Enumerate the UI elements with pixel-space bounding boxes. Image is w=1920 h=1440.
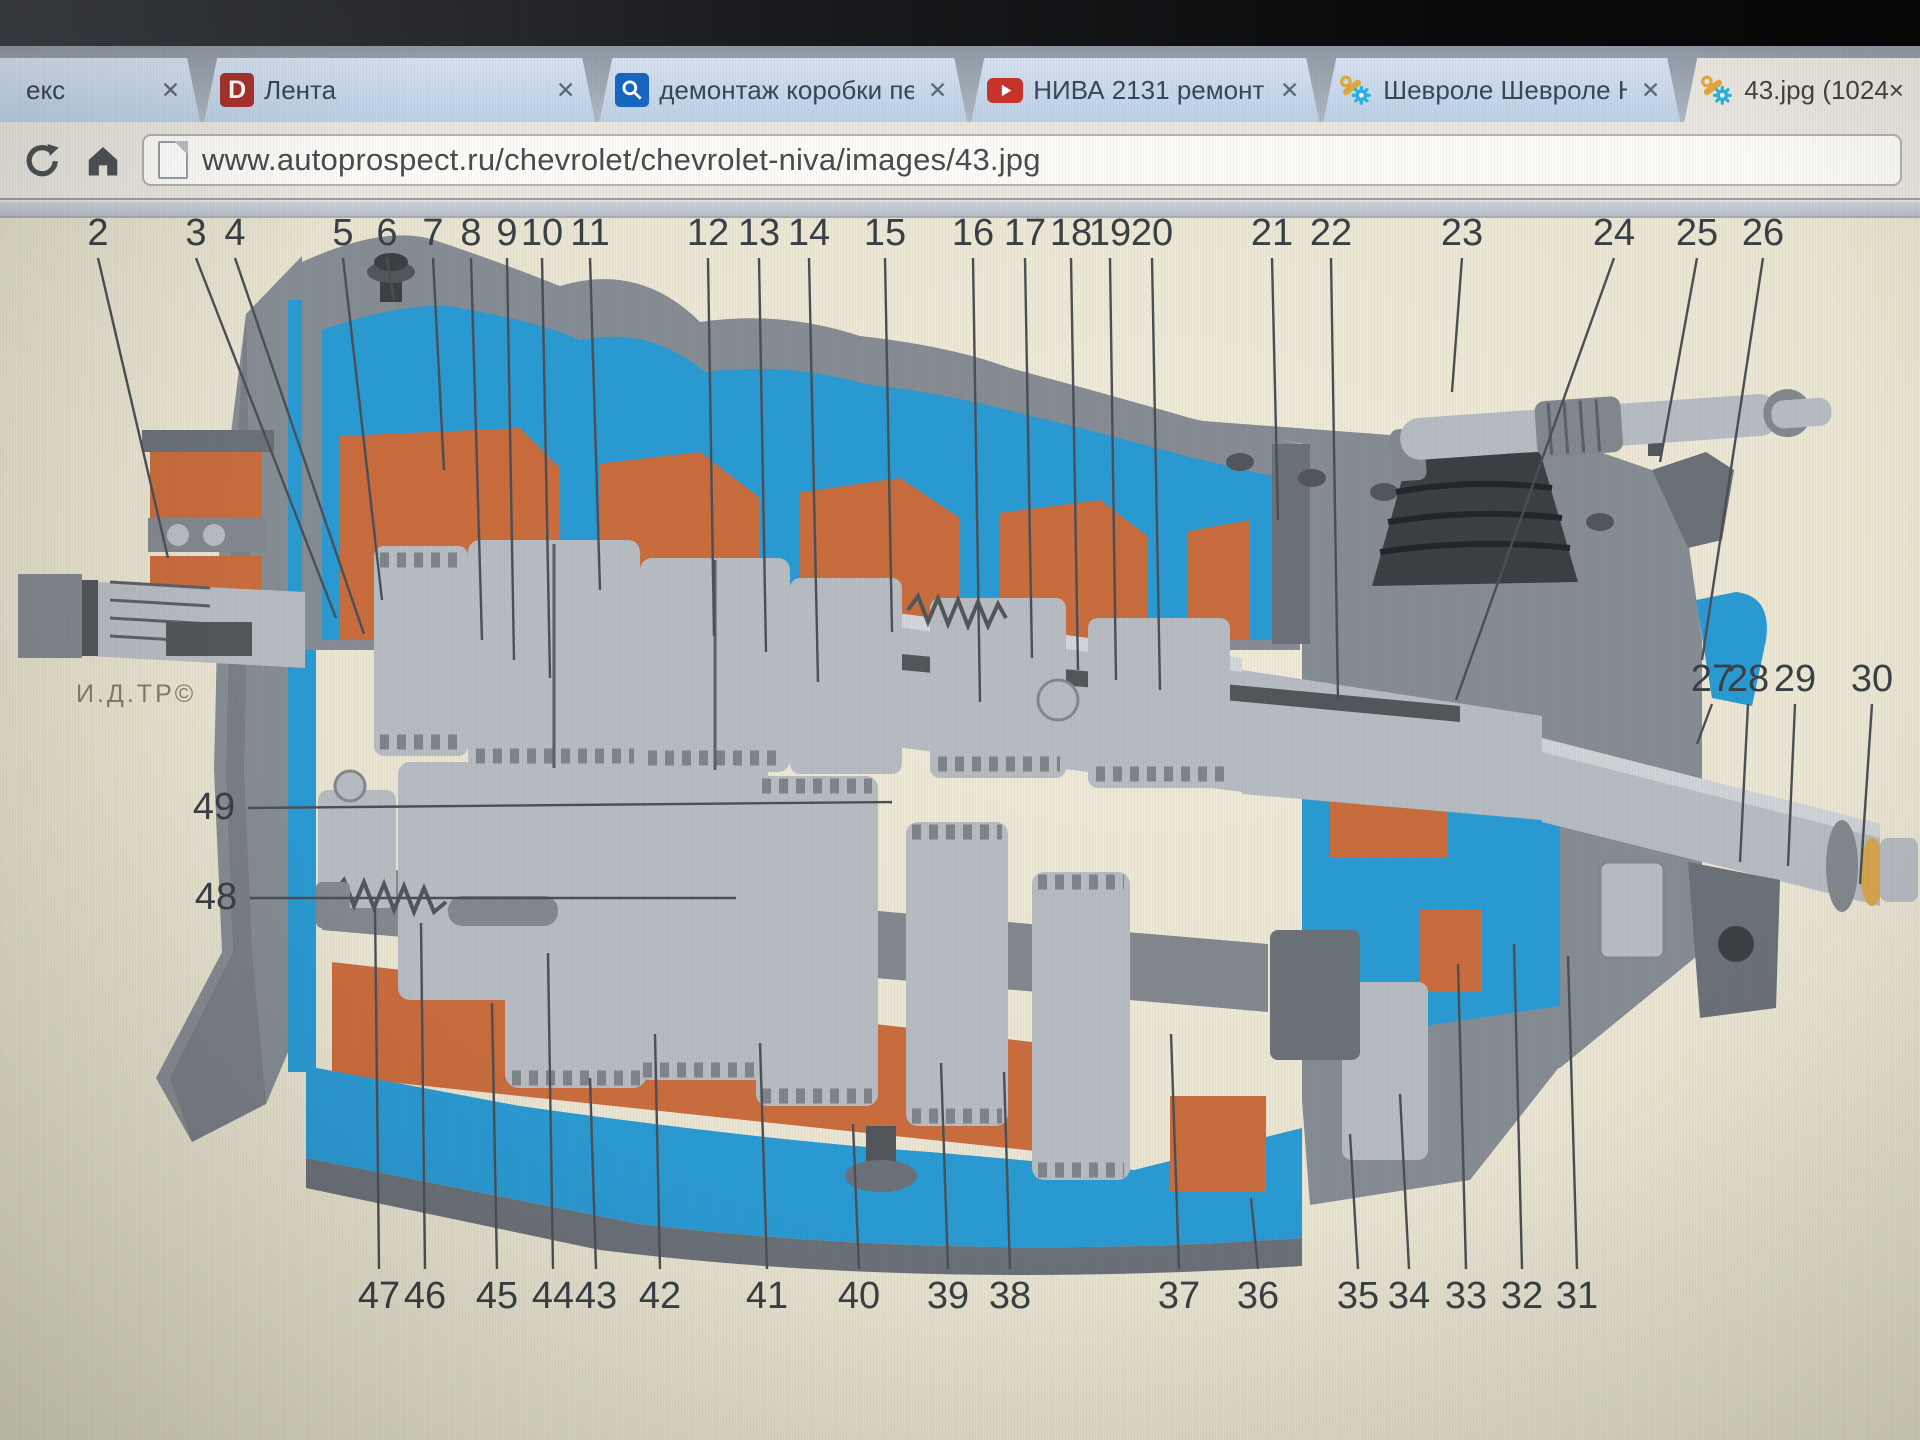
callout-label-25: 25 [1676, 212, 1718, 254]
watermark-text: И.Д.ТР© [76, 680, 196, 708]
home-button[interactable] [80, 137, 126, 183]
callout-label-29: 29 [1774, 658, 1816, 700]
tab-1[interactable]: екс ✕ [0, 58, 200, 122]
tab-title: 43.jpg (1024× [1744, 75, 1904, 106]
callout-label-34: 34 [1388, 1275, 1430, 1317]
reload-button[interactable] [18, 137, 64, 183]
callout-label-49: 49 [193, 786, 235, 828]
callout-label-43: 43 [575, 1275, 617, 1317]
callout-label-16: 16 [952, 212, 994, 254]
callout-label-31: 31 [1556, 1275, 1598, 1317]
callout-label-37: 37 [1158, 1275, 1200, 1317]
callout-label-42: 42 [639, 1275, 681, 1317]
callout-label-11: 11 [570, 212, 609, 254]
callout-label-38: 38 [989, 1275, 1031, 1317]
callout-label-3: 3 [185, 212, 206, 254]
input-shaft [18, 430, 305, 668]
browser-toolbar: www.autoprospect.ru/chevrolet/chevrolet-… [0, 122, 1920, 200]
callout-label-15: 15 [864, 212, 906, 254]
callout-label-48: 48 [195, 876, 237, 918]
callout-label-30: 30 [1851, 658, 1893, 700]
tab-title: Лента [264, 75, 542, 106]
tab-close-icon[interactable]: ✕ [924, 75, 951, 106]
callout-label-13: 13 [738, 212, 780, 254]
callout-label-5: 5 [332, 212, 353, 254]
address-bar[interactable]: www.autoprospect.ru/chevrolet/chevrolet-… [142, 134, 1902, 186]
toolbar-shadow-band [0, 202, 1920, 218]
tab-title: НИВА 2131 ремонт кп [1033, 75, 1266, 106]
callout-label-2: 2 [87, 212, 108, 254]
monitor-top-edge [0, 0, 1920, 46]
tab-2[interactable]: D Лента ✕ [204, 58, 595, 122]
callout-label-14: 14 [788, 212, 830, 254]
callout-label-18: 18 [1050, 212, 1092, 254]
tab-close-icon[interactable]: ✕ [552, 75, 579, 106]
tab-close-icon[interactable]: ✕ [157, 75, 184, 106]
callout-label-32: 32 [1501, 1275, 1543, 1317]
callout-label-36: 36 [1237, 1275, 1279, 1317]
callout-label-4: 4 [224, 212, 245, 254]
callout-label-9: 9 [496, 212, 517, 254]
callout-label-47: 47 [358, 1275, 400, 1317]
callout-label-33: 33 [1445, 1275, 1487, 1317]
callout-label-21: 21 [1251, 212, 1293, 254]
tab-close-icon[interactable]: ✕ [1637, 75, 1664, 106]
tab-title: Шевроле Шевроле Ни [1383, 75, 1627, 106]
callout-label-26: 26 [1742, 212, 1784, 254]
browser-tab-bar: екс✕DЛента✕демонтаж коробки пе✕НИВА 2131… [0, 46, 1920, 122]
leader-line-2 [98, 258, 168, 558]
callout-label-10: 10 [521, 212, 563, 254]
leader-line-23 [1452, 258, 1462, 392]
page-icon [158, 141, 188, 179]
tab-6[interactable]: 43.jpg (1024× [1684, 58, 1920, 122]
tools-icon [1339, 73, 1373, 107]
callout-label-44: 44 [532, 1275, 574, 1317]
tools-icon [1700, 73, 1734, 107]
callout-label-6: 6 [376, 212, 397, 254]
callout-label-39: 39 [927, 1275, 969, 1317]
tab-3[interactable]: демонтаж коробки пе ✕ [599, 58, 967, 122]
tab-4[interactable]: НИВА 2131 ремонт кп ✕ [971, 58, 1319, 122]
url-text: www.autoprospect.ru/chevrolet/chevrolet-… [202, 142, 1041, 178]
tab-title: демонтаж коробки пе [659, 75, 914, 106]
youtube-icon [987, 78, 1023, 103]
tab-close-icon[interactable]: ✕ [1276, 75, 1303, 106]
callout-label-23: 23 [1441, 212, 1483, 254]
callout-label-35: 35 [1337, 1275, 1379, 1317]
callout-label-22: 22 [1310, 212, 1352, 254]
callout-label-12: 12 [687, 212, 729, 254]
callout-label-20: 20 [1131, 212, 1173, 254]
callout-label-8: 8 [460, 212, 481, 254]
tab-5[interactable]: Шевроле Шевроле Ни ✕ [1323, 58, 1680, 122]
search-icon [615, 73, 649, 107]
callout-label-40: 40 [838, 1275, 880, 1317]
callout-label-24: 24 [1593, 212, 1635, 254]
callout-label-19: 19 [1089, 212, 1131, 254]
callout-label-46: 46 [404, 1275, 446, 1317]
callout-label-17: 17 [1004, 212, 1046, 254]
callout-label-7: 7 [422, 212, 443, 254]
callout-label-41: 41 [746, 1275, 788, 1317]
tab-title: екс [26, 75, 147, 106]
callout-label-28: 28 [1727, 658, 1769, 700]
drive2-d-icon: D [220, 73, 254, 107]
callout-label-45: 45 [476, 1275, 518, 1317]
